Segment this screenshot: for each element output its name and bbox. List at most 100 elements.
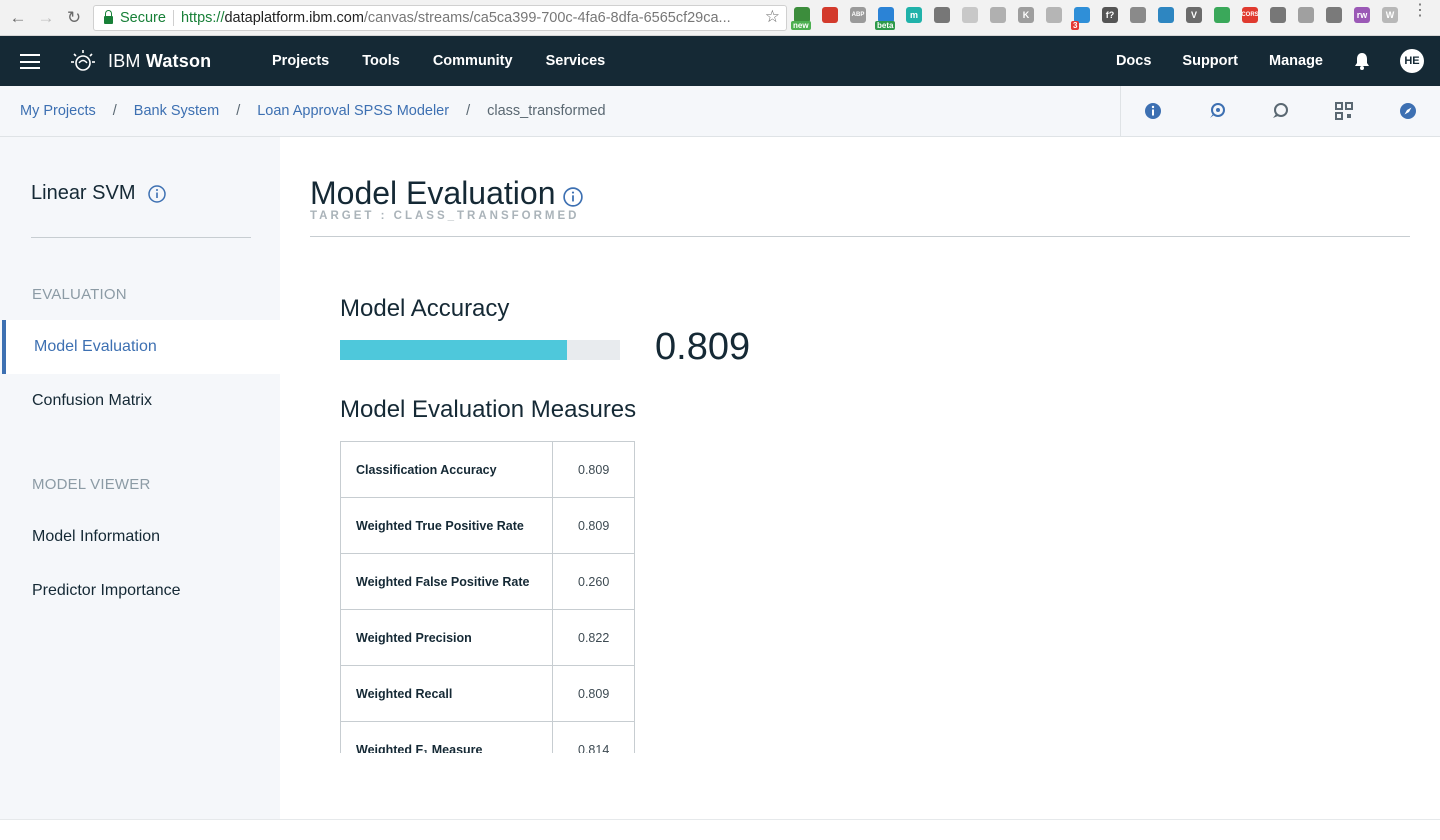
table-row: Weighted F₁ Measure 0.814 [340,721,635,753]
accuracy-value: 0.809 [655,326,751,368]
w-extension-icon[interactable]: W [1382,7,1398,23]
breadcrumb-current: class_transformed [487,103,606,119]
avatar[interactable]: HE [1400,49,1424,73]
footer-strip [0,819,1440,840]
measure-label: Classification Accuracy [340,441,554,498]
accuracy-title: Model Accuracy [340,295,510,322]
teal-extension-icon-label: m [909,10,918,20]
react-extension-icon[interactable] [1158,7,1174,23]
measure-label: Weighted Recall [340,665,554,722]
nav-projects[interactable]: Projects [272,53,329,69]
fx-extension-icon-label: f? [1105,10,1115,20]
nav-community[interactable]: Community [433,53,513,69]
measure-label: Weighted True Positive Rate [340,497,554,554]
teal-extension-icon[interactable]: m [906,7,922,23]
back-icon[interactable]: ← [4,0,32,36]
notification-bell-icon[interactable] [1354,52,1370,70]
vue-extension-icon[interactable]: V [1186,7,1202,23]
wordpress-extension-icon[interactable] [934,7,950,23]
table-row: Weighted True Positive Rate 0.809 [340,497,635,554]
measure-value: 0.809 [552,665,635,722]
nav-support[interactable]: Support [1182,53,1238,69]
measures-table-scroll[interactable]: Classification Accuracy 0.809 Weighted T… [340,441,635,753]
sidebar-item-predictor-importance[interactable]: Predictor Importance [0,564,280,618]
measure-value: 0.822 [552,609,635,666]
badge-extension-icon-badge: 3 [1071,21,1080,30]
breadcrumb: My Projects / Bank System / Loan Approva… [20,103,606,119]
measure-value: 0.809 [552,497,635,554]
breadcrumb-separator: / [466,103,471,119]
hamburger-menu-icon[interactable] [20,54,40,69]
model-info-icon[interactable] [147,184,166,203]
nav-manage[interactable]: Manage [1269,53,1323,69]
red-extension-icon[interactable] [822,7,838,23]
deploy-tool[interactable] [1185,86,1249,136]
badge-extension-icon[interactable]: 3 [1071,7,1090,30]
grid-icon [1335,102,1354,120]
reload-icon[interactable]: ↻ [60,0,88,36]
breadcrumb-separator: / [112,103,117,119]
grey-k-extension-icon-label: K [1022,10,1030,20]
purple-extension-icon[interactable]: rw [1354,7,1370,23]
app-header: IBM Watson Projects Tools Community Serv… [0,36,1440,86]
rocket-icon [1209,103,1225,118]
page-title-text: Model Evaluation [310,175,556,211]
cors-extension-icon[interactable]: CORS [1241,7,1259,23]
new-extension-icon[interactable]: new [791,7,811,30]
table-row: Weighted Recall 0.809 [340,665,635,722]
ibm-watson-logo[interactable]: IBM Watson [70,48,211,74]
sidebar-item-model-information[interactable]: Model Information [0,510,280,564]
url-scheme: https:// [180,10,225,26]
cors-extension-icon-label: CORS [1241,12,1259,18]
sidebar-item-confusion-matrix[interactable]: Confusion Matrix [0,374,280,428]
nav-tools[interactable]: Tools [362,53,400,69]
info-icon [1144,103,1161,119]
sidebar: Linear SVM EVALUATION Model Evaluation C… [0,137,280,819]
k-extension-icon[interactable] [990,7,1006,23]
toolbar [1120,86,1440,136]
beta-extension-icon[interactable]: beta [875,7,896,30]
section-model-viewer: MODEL VIEWER [32,476,151,493]
nav-services[interactable]: Services [546,53,606,69]
bookmark-star-icon[interactable]: ☆ [765,7,780,27]
chrome-menu-icon[interactable]: ⋮ [1412,3,1428,19]
target-label: TARGET : CLASS_TRANSFORMED [310,210,580,222]
info-tool[interactable] [1121,86,1185,136]
pen-extension-icon[interactable] [1130,7,1146,23]
breadcrumb-bar: My Projects / Bank System / Loan Approva… [0,86,1440,137]
breadcrumb-loan-approval[interactable]: Loan Approval SPSS Modeler [257,103,449,119]
sidebar-item-model-evaluation[interactable]: Model Evaluation [2,320,280,374]
grid-tool[interactable] [1312,86,1376,136]
monitor-extension-icon[interactable] [1326,7,1342,23]
chat-tool[interactable] [1249,86,1313,136]
compass-tool[interactable] [1376,86,1440,136]
square-extension-icon[interactable] [1298,7,1314,23]
breadcrumb-my-projects[interactable]: My Projects [20,103,96,119]
hat-extension-icon[interactable] [1270,7,1286,23]
new-extension-icon-badge: new [791,21,811,30]
model-title: Linear SVM [31,182,166,205]
abp-extension-icon-label: ABP [851,12,865,18]
page-info-icon[interactable] [563,186,584,207]
address-bar[interactable]: Secure https:// dataplatform.ibm.com /ca… [93,5,787,31]
url-host: dataplatform.ibm.com [224,10,364,26]
brand-prefix: IBM [108,50,141,71]
table-row: Classification Accuracy 0.809 [340,441,635,498]
extensions-bar: new ABP beta m K 3 f? V CORS rw W [791,7,1410,30]
purple-extension-icon-label: rw [1356,10,1368,20]
grey-k-extension-icon[interactable]: K [1018,7,1034,23]
breadcrumb-bank-system[interactable]: Bank System [134,103,219,119]
top-nav: Projects Tools Community Services [272,53,638,69]
pin-extension-icon[interactable] [962,7,978,23]
nav-docs[interactable]: Docs [1116,53,1151,69]
measures-table: Classification Accuracy 0.809 Weighted T… [340,441,635,753]
forward-icon[interactable]: → [32,0,60,36]
measure-label: Weighted Precision [340,609,554,666]
fx-extension-icon[interactable]: f? [1102,7,1118,23]
abp-extension-icon[interactable]: ABP [850,7,866,23]
target-extension-icon[interactable] [1214,7,1230,23]
table-row: Weighted False Positive Rate 0.260 [340,553,635,610]
measure-value: 0.260 [552,553,635,610]
right-nav: Docs Support Manage HE [1116,36,1440,86]
swirl-extension-icon[interactable] [1046,7,1062,23]
